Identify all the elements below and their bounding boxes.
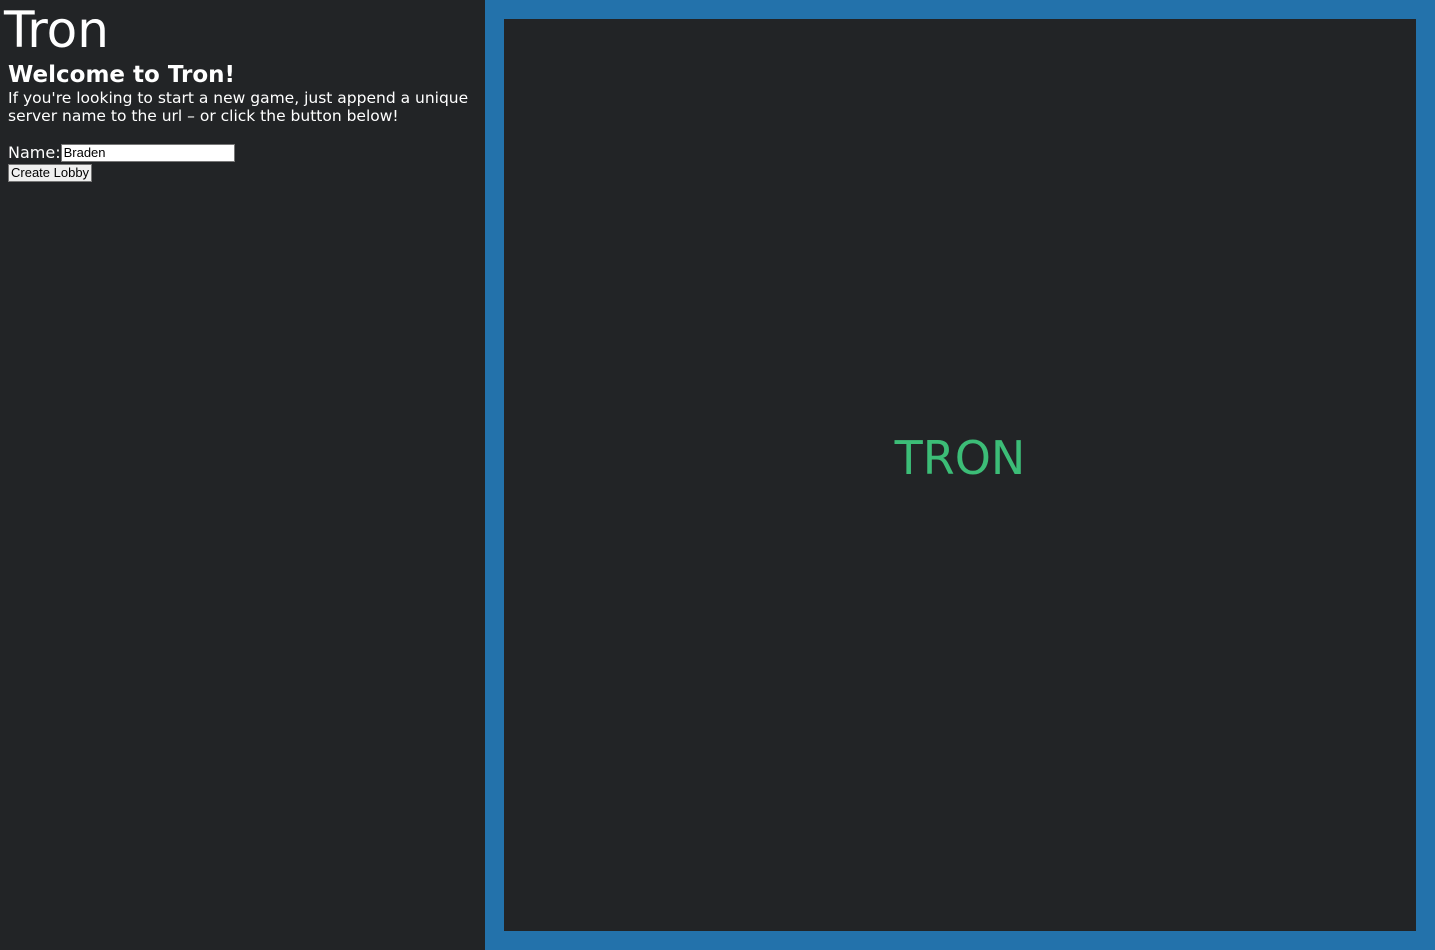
splash-title: TRON [894,431,1026,485]
intro-text: If you're looking to start a new game, j… [8,89,469,125]
create-lobby-button[interactable]: Create Lobby [8,164,93,182]
sidebar: Tron Welcome to Tron! If you're looking … [0,0,485,950]
name-label: Name: [8,143,61,162]
welcome-heading: Welcome to Tron! [8,62,236,88]
name-row: Name: [8,143,235,163]
game-canvas[interactable]: TRON [504,19,1416,931]
game-frame: TRON [485,0,1435,950]
app-title: Tron [4,1,109,59]
name-input[interactable] [60,144,235,162]
